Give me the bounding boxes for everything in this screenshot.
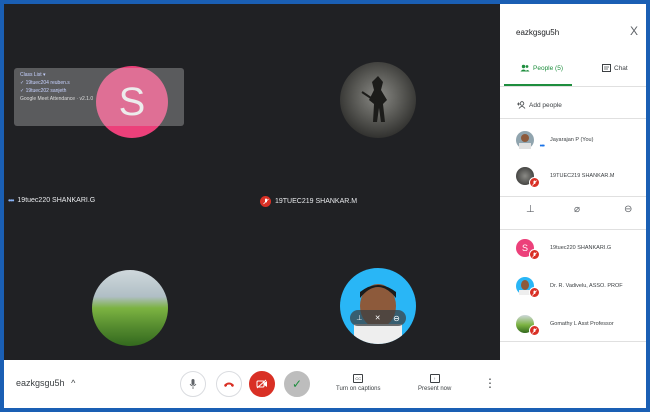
add-people-button[interactable]: Add people: [516, 101, 562, 109]
mic-off-icon: [529, 177, 540, 188]
panel-title: eazkgsgu5h: [516, 28, 560, 37]
participant-row[interactable]: Dr. R. Vadivelu, ASSO. PROF: [516, 274, 642, 298]
tab-people-label: People (5): [533, 64, 563, 72]
person-photo: [340, 268, 416, 344]
mic-button[interactable]: [180, 371, 206, 397]
landscape-image: [92, 270, 168, 346]
close-panel-button[interactable]: X: [630, 24, 638, 38]
participant-name: Jayarajan P (You): [550, 137, 594, 143]
divider: [500, 196, 646, 197]
participant-avatar: [516, 277, 540, 298]
people-icon: [520, 64, 530, 72]
avatar-letter: S: [521, 243, 528, 253]
participant-avatar: •••: [516, 131, 545, 150]
meeting-code-text: eazkgsgu5h: [16, 378, 65, 388]
add-people-label: Add people: [529, 101, 562, 109]
attendance-check-button[interactable]: ✓: [284, 371, 310, 397]
present-now-button[interactable]: ↑ Present now: [418, 374, 451, 392]
participant-row[interactable]: 19TUEC219 SHANKAR.M: [516, 164, 642, 188]
meet-window: S ••• 19tuec220 SHANKARI.G 19TUEC219 SHA…: [4, 4, 646, 408]
warrior-figure-icon: [361, 76, 387, 122]
mic-off-icon: [529, 249, 540, 260]
chat-icon: [602, 64, 611, 72]
participant-avatar: [516, 167, 540, 188]
video-tile-landscape[interactable]: [4, 182, 252, 360]
mute-participant-icon[interactable]: ⌀: [574, 204, 580, 215]
bottom-control-bar: eazkgsgu5h ^ ✓ CC Turn on captions ↑ Pre…: [4, 360, 500, 408]
participant-row[interactable]: Gomathy L Asst Professor: [516, 312, 642, 336]
participant-row[interactable]: S 19tuec220 SHANKARI.G: [516, 236, 642, 260]
present-label: Present now: [418, 386, 452, 392]
tile-hover-controls: ⊥ ✕ ⊖: [350, 310, 406, 326]
divider: [500, 118, 646, 119]
captions-label: Turn on captions: [336, 386, 381, 392]
speaking-dots-icon: •••: [539, 143, 545, 150]
warrior-image: [340, 62, 416, 138]
popup-line: ✓ 19tuec202 sanjeth: [20, 88, 67, 94]
participant-name: Gomathy L Asst Professor: [550, 321, 614, 327]
participant-avatar: S: [516, 239, 540, 260]
chevron-up-icon: ^: [71, 378, 76, 388]
leave-call-button[interactable]: [216, 371, 242, 397]
participant-avatar: [516, 315, 540, 336]
people-panel: eazkgsgu5h X People (5) Chat Add people …: [500, 4, 646, 408]
remove-icon[interactable]: ⊖: [393, 314, 400, 323]
present-icon: ↑: [429, 374, 440, 383]
participant-row[interactable]: ••• Jayarajan P (You): [516, 128, 642, 152]
participant-name: 19tuec220 SHANKARI.G: [550, 245, 612, 251]
mute-participant-icon[interactable]: ✕: [375, 314, 381, 322]
participant-name: 19TUEC219 SHANKAR.M: [550, 173, 615, 179]
video-tile-shankar[interactable]: 19TUEC219 SHANKAR.M: [252, 4, 500, 207]
participant-actions: ⊥ ⌀ ⊖: [500, 204, 646, 220]
captions-icon: CC: [353, 374, 364, 383]
pin-icon[interactable]: ⊥: [356, 314, 362, 322]
pin-icon[interactable]: ⊥: [526, 204, 535, 215]
popup-title[interactable]: Class List ▾: [20, 72, 178, 78]
add-person-icon: [517, 101, 526, 109]
divider: [500, 229, 646, 230]
person-face-icon: [354, 284, 402, 344]
camera-off-icon: [256, 379, 267, 389]
checkmark-icon: ✓: [291, 377, 303, 391]
tab-chat-label: Chat: [614, 64, 628, 72]
tab-chat[interactable]: Chat: [602, 64, 628, 72]
divider: [500, 341, 646, 342]
hang-up-icon: [224, 382, 234, 387]
video-grid: S ••• 19tuec220 SHANKARI.G 19TUEC219 SHA…: [4, 4, 500, 360]
mic-off-icon: [529, 325, 540, 336]
popup-footer: Google Meet Attendance · v2.1.0: [20, 96, 94, 102]
camera-off-button[interactable]: [249, 371, 275, 397]
mic-icon: [189, 379, 197, 389]
remove-participant-icon[interactable]: ⊖: [624, 204, 632, 215]
attendance-popup: Class List ▾ ✓ 19tuec204 reuben.s ✓ 19tu…: [14, 68, 184, 126]
more-options-icon[interactable]: ⋮: [484, 376, 496, 390]
captions-button[interactable]: CC Turn on captions: [336, 374, 380, 392]
tab-people[interactable]: People (5): [520, 64, 563, 72]
popup-line: ✓ 19tuec204 reuben.s: [20, 80, 70, 86]
mic-off-icon: [529, 287, 540, 298]
meeting-details-button[interactable]: eazkgsgu5h ^: [16, 378, 75, 388]
participant-name: Dr. R. Vadivelu, ASSO. PROF: [550, 283, 623, 289]
video-tile-photo[interactable]: ⊥ ✕ ⊖: [252, 182, 500, 360]
divider: [500, 86, 646, 87]
